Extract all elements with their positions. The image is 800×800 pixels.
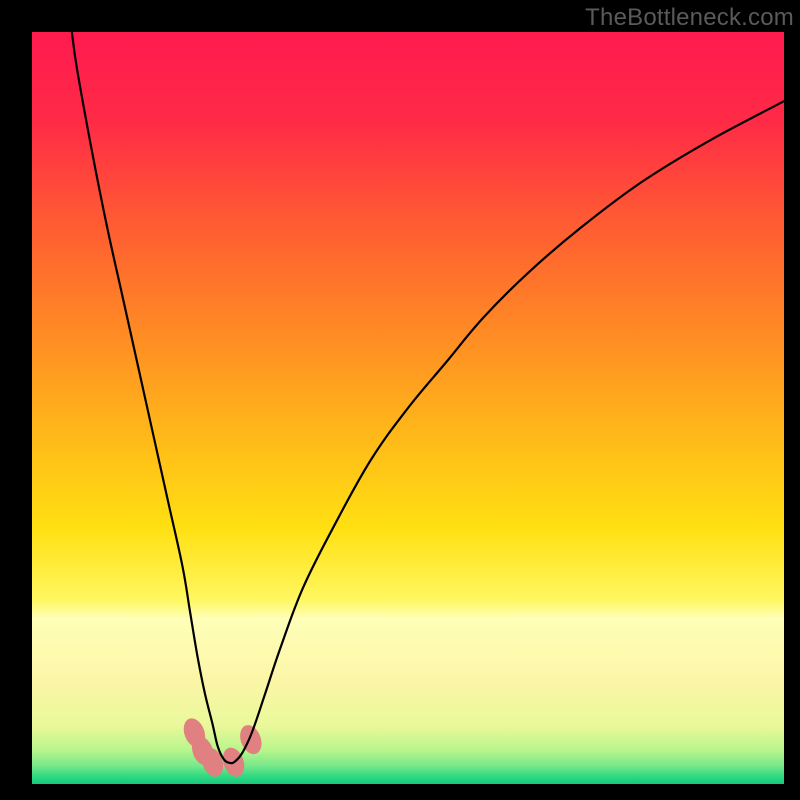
marker-dot [236, 722, 265, 757]
bottleneck-curve [72, 32, 784, 763]
marker-dots [180, 715, 265, 779]
curve-layer [32, 32, 784, 784]
watermark-text: TheBottleneck.com [585, 4, 794, 32]
plot-area [32, 32, 784, 784]
